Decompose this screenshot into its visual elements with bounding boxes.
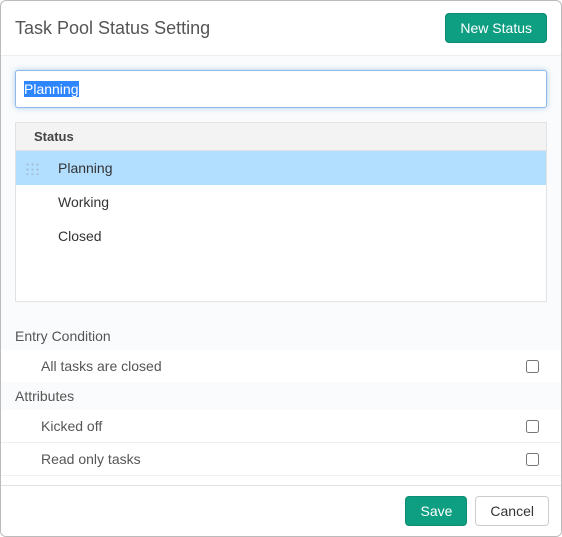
new-status-button[interactable]: New Status	[445, 13, 547, 43]
entry-condition-option-label: All tasks are closed	[41, 358, 162, 374]
attribute-option-checkbox[interactable]	[526, 453, 539, 466]
name-input-section	[1, 56, 561, 122]
dialog: Task Pool Status Setting New Status Stat…	[0, 0, 562, 537]
attributes-heading: Attributes	[1, 382, 561, 410]
status-column-header: Status	[16, 123, 546, 151]
status-row-label: Closed	[52, 228, 538, 244]
dialog-body: Status Planning Working Closed Entry Condi…	[1, 56, 561, 485]
status-row-label: Working	[52, 194, 538, 210]
cancel-button[interactable]: Cancel	[475, 496, 549, 526]
status-table-empty-space	[16, 253, 546, 301]
status-row-label: Planning	[52, 160, 538, 176]
attribute-option: Read only task list	[1, 475, 561, 485]
status-row[interactable]: Planning	[16, 151, 546, 185]
save-button[interactable]: Save	[405, 496, 467, 526]
attribute-option: Kicked off	[1, 410, 561, 442]
dialog-footer: Save Cancel	[1, 485, 561, 536]
attribute-option-checkbox[interactable]	[526, 420, 539, 433]
drag-handle-icon[interactable]	[24, 161, 40, 175]
dialog-header: Task Pool Status Setting New Status	[1, 1, 561, 56]
dialog-title: Task Pool Status Setting	[15, 18, 210, 39]
entry-condition-heading: Entry Condition	[1, 322, 561, 350]
status-row[interactable]: Closed	[16, 219, 546, 253]
attribute-option-label: Read only tasks	[41, 451, 141, 467]
attribute-option: Read only tasks	[1, 442, 561, 475]
status-row[interactable]: Working	[16, 185, 546, 219]
entry-condition-option: All tasks are closed	[1, 350, 561, 382]
entry-condition-option-checkbox[interactable]	[526, 360, 539, 373]
status-name-input[interactable]	[15, 70, 547, 108]
status-table: Status Planning Working Closed	[15, 122, 547, 302]
attribute-option-label: Kicked off	[41, 418, 102, 434]
